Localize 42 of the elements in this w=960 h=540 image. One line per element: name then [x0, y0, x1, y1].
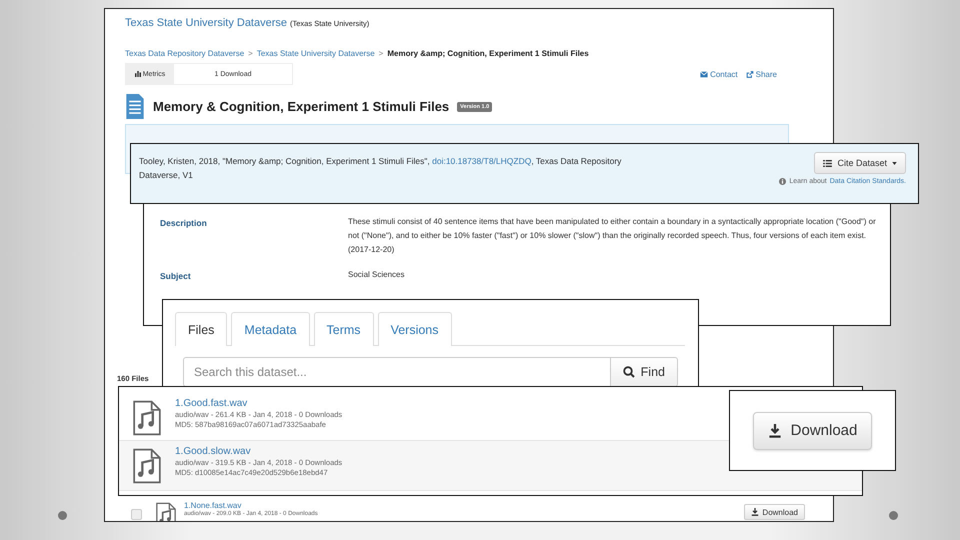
find-button[interactable]: Find: [610, 357, 678, 387]
tab[interactable]: Files: [175, 312, 228, 346]
info-icon: [779, 178, 786, 185]
contact-link[interactable]: Contact: [700, 70, 738, 78]
envelope-icon: [700, 70, 708, 78]
metadata-value: These stimuli consist of 40 sentence items that have been manipulated to either contain a boundary in a syntactically appropriate location ("Good") or not ("None"), and to either be 10% faster ("fast") or 10% slower ("slow") than the originally recorded speech. Thus, four versions of each item exist. (2017-12-20): [348, 216, 877, 256]
doi-link[interactable]: doi:10.18738/T8/LHQZDQ: [432, 156, 532, 166]
search-field[interactable]: Search this dataset...: [183, 357, 611, 387]
bar-chart-icon: [134, 71, 141, 77]
file-name-link[interactable]: 1.Good.slow.wav: [175, 446, 251, 457]
caret-icon: [892, 162, 897, 164]
metadata-label: Description: [160, 218, 208, 230]
audio-file-icon: [133, 398, 161, 438]
list-icon: [823, 160, 832, 166]
breadcrumb-link[interactable]: Texas State University Dataverse: [256, 49, 375, 58]
tab[interactable]: Versions: [378, 312, 452, 346]
tab[interactable]: Metadata: [231, 312, 310, 346]
checkbox[interactable]: [131, 509, 142, 520]
breadcrumb-separator: >: [248, 49, 253, 58]
share-link[interactable]: Share: [746, 70, 777, 78]
slide-dot: [889, 511, 898, 520]
breadcrumb-current: Memory &amp; Cognition, Experiment 1 Stimuli Files: [387, 49, 589, 58]
download-icon: [768, 424, 782, 438]
citation-text: Tooley, Kristen, 2018, "Memory &amp; Cognition, Experiment 1 Stimuli Files", doi:10.18738/T8/LHQZDQ, Texas Data Repository Dataverse, V1: [138, 155, 622, 182]
share-icon: [746, 70, 754, 78]
download-button[interactable]: Download: [744, 504, 805, 520]
search-icon: [622, 366, 635, 378]
download-icon: [751, 508, 760, 516]
dataset-title: Memory & Cognition, Experiment 1 Stimuli Files: [153, 99, 450, 114]
file-name-link[interactable]: 1.Good.fast.wav: [175, 398, 248, 409]
metadata-value: Social Sciences: [348, 269, 406, 281]
audio-file-icon: [133, 446, 161, 486]
download-button[interactable]: Download: [752, 412, 872, 450]
breadcrumb-separator: >: [378, 49, 384, 58]
cite-dataset-button[interactable]: Cite Dataset: [814, 152, 906, 174]
document-icon: [125, 93, 145, 120]
breadcrumb-link[interactable]: Texas Data Repository Dataverse: [125, 49, 244, 58]
tab[interactable]: Terms: [314, 312, 374, 346]
metadata-label: Subject: [160, 271, 192, 282]
file-name-link[interactable]: 1.None.fast.wav: [184, 501, 242, 510]
site-title-link[interactable]: Texas State University Dataverse: [125, 17, 288, 29]
slide-dot: [58, 511, 67, 520]
